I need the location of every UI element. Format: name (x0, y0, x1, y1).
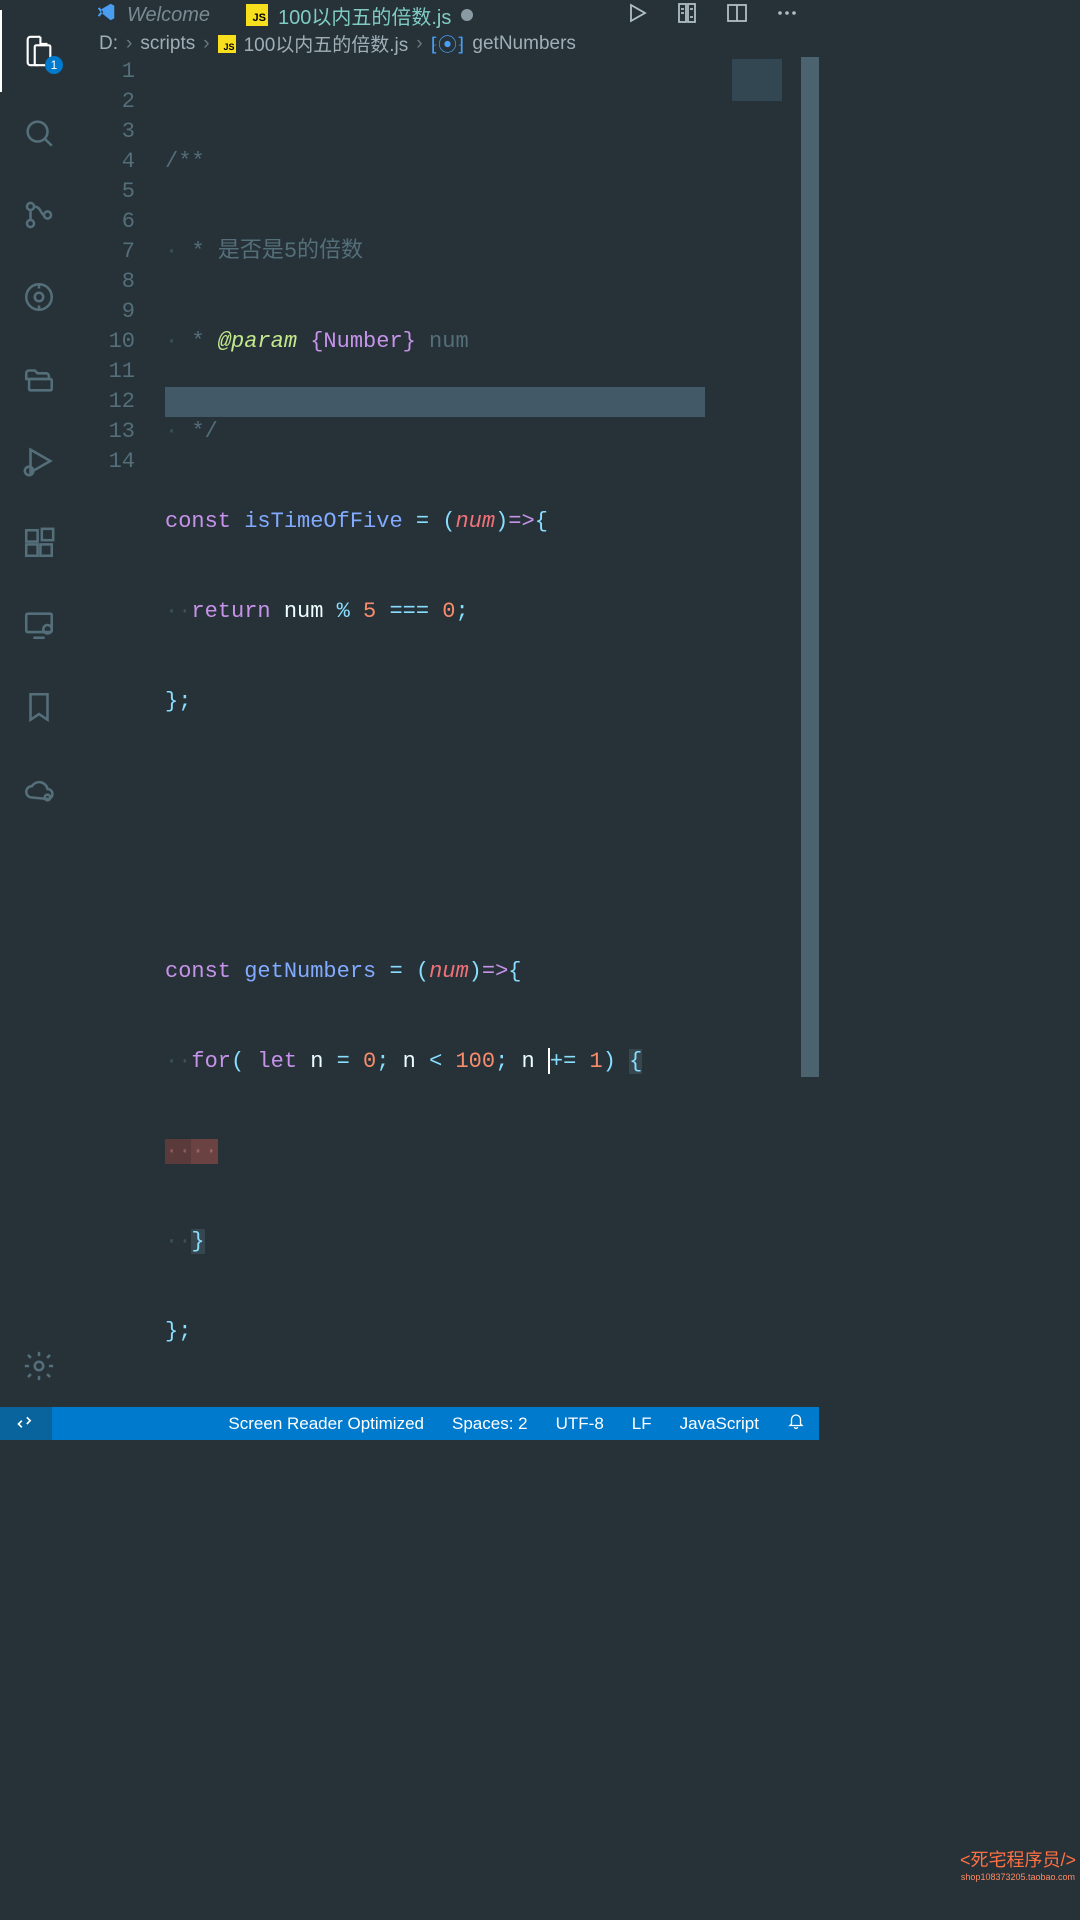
line-number: 5 (77, 177, 135, 207)
explorer-badge: 1 (45, 56, 63, 74)
tab-welcome[interactable]: Welcome (77, 0, 228, 30)
line-number: 7 (77, 237, 135, 267)
tab-file-label: 100以内五的倍数.js (278, 1, 451, 30)
status-language[interactable]: JavaScript (666, 1414, 773, 1434)
watermark: <死宅程序员/> shop108373205.taobao.com (960, 1846, 1076, 1882)
diff-icon[interactable] (675, 1, 699, 30)
tab-welcome-label: Welcome (127, 4, 210, 27)
line-number: 3 (77, 117, 135, 147)
js-file-icon: JS (246, 4, 268, 26)
minimap-thumbnail (732, 59, 782, 101)
editor-actions (625, 0, 819, 30)
js-file-icon: JS (218, 35, 236, 53)
status-bell-icon[interactable] (773, 1412, 819, 1435)
activity-bar: 1 (0, 0, 77, 1407)
breadcrumb-symbol[interactable]: getNumbers (472, 33, 576, 55)
breadcrumb-folder[interactable]: scripts (140, 33, 195, 55)
minimap[interactable] (724, 57, 819, 1407)
tab-file-active[interactable]: JS 100以内五的倍数.js (228, 0, 491, 30)
breadcrumbs[interactable]: D: › scripts › JS 100以内五的倍数.js › ⁅⦿⁆ get… (77, 30, 819, 57)
remote-explorer-icon[interactable] (0, 584, 77, 666)
line-number: 13 (77, 417, 135, 447)
line-number: 9 (77, 297, 135, 327)
status-screenreader[interactable]: Screen Reader Optimized (214, 1414, 438, 1434)
run-icon[interactable] (625, 1, 649, 30)
gitlens-icon[interactable] (0, 256, 77, 338)
chevron-right-icon: › (203, 33, 209, 55)
line-number: 11 (77, 357, 135, 387)
vscode-icon (95, 1, 117, 29)
line-number: 6 (77, 207, 135, 237)
code-content[interactable]: /** · * 是否是5的倍数 · * @param {Number} num … (165, 57, 819, 1407)
symbol-method-icon: ⁅⦿⁆ (431, 30, 465, 57)
line-number: 14 (77, 447, 135, 477)
status-bar: Screen Reader Optimized Spaces: 2 UTF-8 … (0, 1407, 819, 1440)
folders-icon[interactable] (0, 338, 77, 420)
line-number: 2 (77, 87, 135, 117)
status-spaces[interactable]: Spaces: 2 (438, 1414, 542, 1434)
unsaved-dot-icon (461, 9, 473, 21)
run-debug-icon[interactable] (0, 420, 77, 502)
remote-indicator[interactable] (0, 1407, 52, 1440)
search-icon[interactable] (0, 92, 77, 174)
editor-tabs: Welcome JS 100以内五的倍数.js (77, 0, 819, 30)
line-number: 12 (77, 387, 135, 417)
cloud-icon[interactable] (0, 748, 77, 830)
split-editor-icon[interactable] (725, 1, 749, 30)
line-number: 8 (77, 267, 135, 297)
line-number: 10 (77, 327, 135, 357)
editor-body[interactable]: 1234567891011121314 /** · * 是否是5的倍数 · * … (77, 57, 819, 1407)
settings-gear-icon[interactable] (0, 1325, 77, 1407)
chevron-right-icon: › (126, 33, 132, 55)
line-number-gutter: 1234567891011121314 (77, 57, 165, 1407)
breadcrumb-file[interactable]: 100以内五的倍数.js (244, 30, 409, 57)
chevron-right-icon: › (416, 33, 422, 55)
line-number: 1 (77, 57, 135, 87)
more-actions-icon[interactable] (775, 1, 799, 30)
source-control-icon[interactable] (0, 174, 77, 256)
bookmarks-icon[interactable] (0, 666, 77, 748)
breadcrumb-drive[interactable]: D: (99, 33, 118, 55)
explorer-icon[interactable]: 1 (0, 10, 77, 92)
line-number: 4 (77, 147, 135, 177)
extensions-icon[interactable] (0, 502, 77, 584)
status-encoding[interactable]: UTF-8 (542, 1414, 618, 1434)
status-eol[interactable]: LF (618, 1414, 666, 1434)
minimap-slider[interactable] (801, 57, 819, 1077)
